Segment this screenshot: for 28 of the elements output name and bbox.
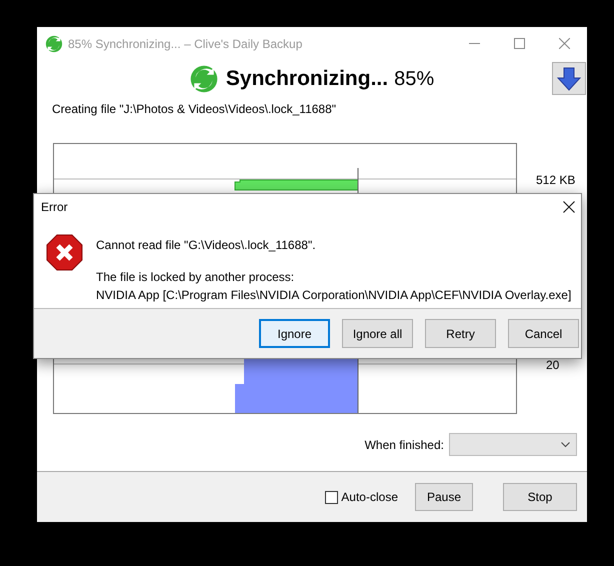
dialog-title: Error — [41, 199, 68, 216]
axis-label: 20 — [546, 357, 560, 374]
status-heading: Synchronizing... — [226, 66, 388, 92]
dialog-button[interactable]: Retry — [425, 319, 496, 348]
window-title: 85% Synchronizing... – Clive's Daily Backup — [68, 36, 302, 52]
action-button[interactable]: Pause — [415, 483, 473, 511]
close-icon[interactable] — [563, 201, 575, 213]
when-finished-label: When finished: — [364, 436, 444, 454]
auto-close-checkbox[interactable] — [325, 490, 338, 504]
action-button[interactable]: Stop — [503, 483, 577, 511]
axis-label: 512 KB — [536, 172, 576, 189]
auto-close-label[interactable]: Auto-close — [341, 488, 398, 506]
error-message: Cannot read file "G:\Videos\.lock_11688". — [96, 237, 317, 254]
percent-text: 85% — [394, 67, 434, 92]
error-detail: The file is locked by another process: — [96, 269, 296, 286]
download-button[interactable] — [552, 62, 586, 95]
down-arrow-icon — [557, 66, 581, 90]
minimize-icon[interactable] — [469, 42, 480, 44]
current-action-text: Creating file "J:\Photos & Videos\Videos\.lock_11688" — [51, 101, 338, 118]
error-icon — [46, 234, 83, 271]
maximize-icon[interactable] — [514, 38, 525, 49]
dialog-button[interactable]: Ignore — [259, 319, 330, 348]
sync-icon — [190, 65, 218, 93]
sync-icon — [45, 34, 63, 52]
dialog-button[interactable]: Cancel — [508, 319, 579, 348]
chevron-down-icon — [561, 442, 570, 448]
error-detail: NVIDIA App [C:\Program Files\NVIDIA Corporation\NVIDIA App\CEF\NVIDIA Overlay.exe] — [96, 287, 572, 304]
dialog-button[interactable]: Ignore all — [342, 319, 413, 348]
